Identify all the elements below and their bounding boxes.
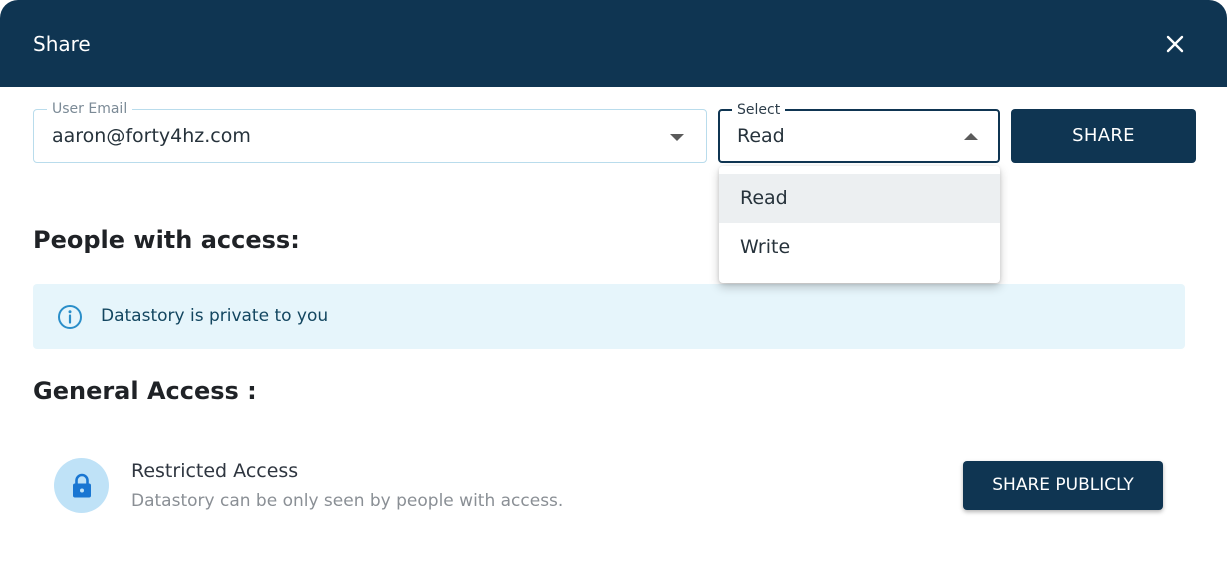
lock-icon xyxy=(72,473,91,497)
share-publicly-button[interactable]: SHARE PUBLICLY xyxy=(963,461,1163,510)
close-button[interactable] xyxy=(1160,29,1190,59)
permission-select-label: Select xyxy=(732,101,786,119)
info-banner: Datastory is private to you xyxy=(33,284,1185,349)
dropdown-option-read[interactable]: Read xyxy=(719,174,1000,223)
permission-dropdown-menu: Read Write xyxy=(719,166,1000,283)
chevron-up-icon[interactable] xyxy=(964,133,978,140)
lock-avatar xyxy=(54,458,109,513)
share-button[interactable]: SHARE xyxy=(1011,109,1196,163)
share-dialog: Share User Email aaron@forty4hz.com Sele… xyxy=(0,0,1227,572)
general-access-heading: General Access : xyxy=(33,377,257,405)
permission-select-value[interactable]: Read xyxy=(737,124,785,148)
user-email-field[interactable]: User Email aaron@forty4hz.com xyxy=(33,100,707,163)
user-email-value[interactable]: aaron@forty4hz.com xyxy=(52,124,251,148)
people-with-access-heading: People with access: xyxy=(33,226,300,254)
dialog-title: Share xyxy=(33,32,91,56)
dropdown-option-write[interactable]: Write xyxy=(719,223,1000,272)
info-icon xyxy=(58,305,82,329)
permission-select[interactable]: Select Read xyxy=(718,101,1000,163)
user-email-label: User Email xyxy=(47,100,133,118)
dialog-header: Share xyxy=(0,0,1227,87)
access-level-description: Datastory can be only seen by people wit… xyxy=(131,491,564,511)
info-banner-text: Datastory is private to you xyxy=(101,306,329,326)
chevron-down-icon[interactable] xyxy=(670,134,684,141)
close-icon xyxy=(1166,35,1184,53)
access-level-title: Restricted Access xyxy=(131,460,299,482)
